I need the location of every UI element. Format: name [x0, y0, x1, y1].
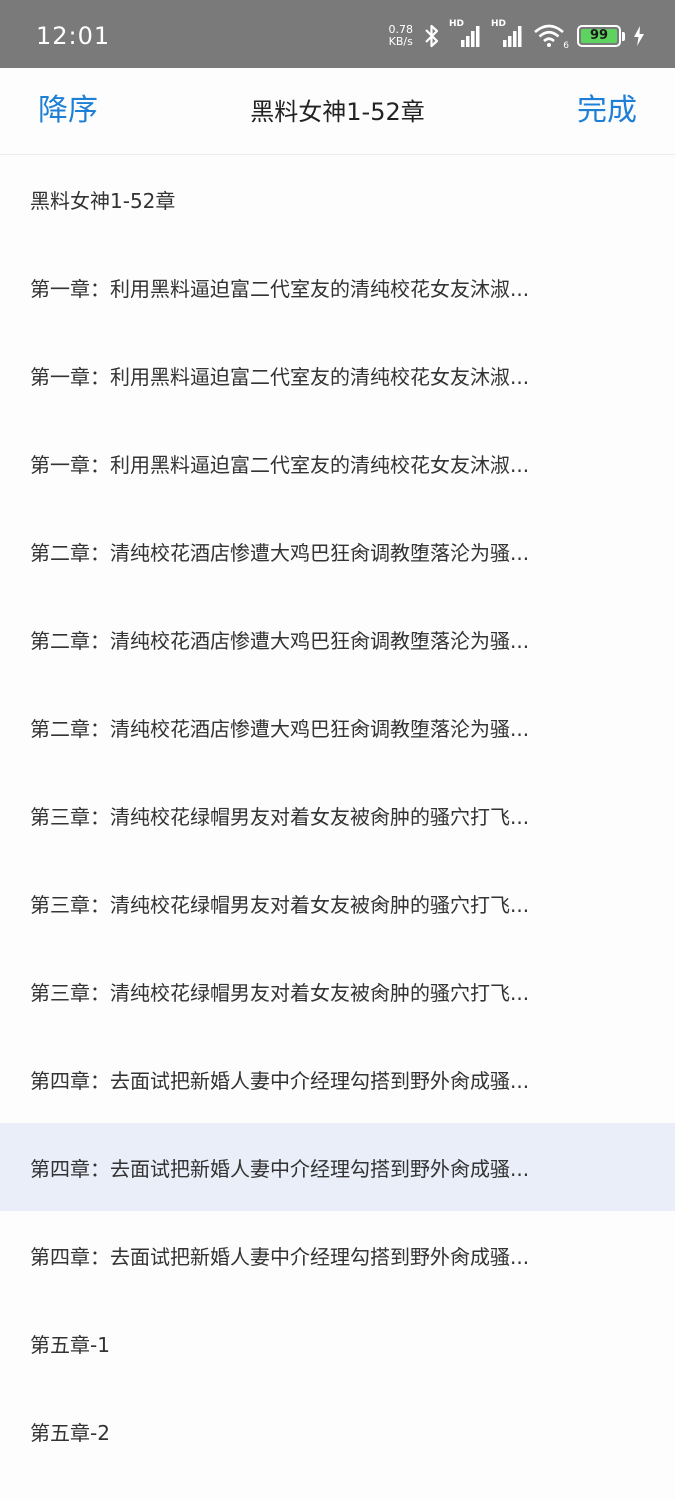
battery-cap: [622, 31, 625, 41]
chapter-title: 第一章：利用黑料逼迫富二代室友的清纯校花女友沐淑...: [30, 452, 530, 477]
network-speed-unit: KB/s: [388, 35, 413, 48]
network-speed: 0.78 KB/s: [389, 24, 414, 48]
chapter-item[interactable]: 第一章：利用黑料逼迫富二代室友的清纯校花女友沐淑...: [0, 419, 675, 507]
chapter-title: 第五章-1: [30, 1332, 110, 1357]
chapter-title: 第四章：去面试把新婚人妻中介经理勾搭到野外肏成骚...: [30, 1068, 530, 1093]
battery-icon: 99: [577, 25, 621, 47]
chapter-title: 第二章：清纯校花酒店惨遭大鸡巴狂肏调教堕落沦为骚...: [30, 540, 530, 565]
signal-label: HD: [491, 19, 507, 29]
chapter-item[interactable]: 第五章-2: [0, 1387, 675, 1475]
status-time: 12:01: [36, 22, 111, 50]
chapter-list-header: 降序 黑料女神1-52章 完成: [0, 68, 675, 155]
signal-icon: HD: [449, 19, 483, 49]
chapter-item[interactable]: 黑料女神1-52章: [0, 155, 675, 243]
wifi-label: 6: [563, 41, 569, 51]
chapter-title: 第三章：清纯校花绿帽男友对着女友被肏肿的骚穴打飞...: [30, 804, 530, 829]
chapter-item[interactable]: 第一章：利用黑料逼迫富二代室友的清纯校花女友沐淑...: [0, 331, 675, 419]
chapter-list: 黑料女神1-52章第一章：利用黑料逼迫富二代室友的清纯校花女友沐淑... 第一章：…: [0, 155, 675, 1475]
bluetooth-icon: [423, 23, 441, 49]
chapter-item[interactable]: 第二章：清纯校花酒店惨遭大鸡巴狂肏调教堕落沦为骚...: [0, 595, 675, 683]
chapter-title: 第二章：清纯校花酒店惨遭大鸡巴狂肏调教堕落沦为骚...: [30, 716, 530, 741]
chapter-item[interactable]: 第一章：利用黑料逼迫富二代室友的清纯校花女友沐淑...: [0, 243, 675, 331]
chapter-item[interactable]: 第三章：清纯校花绿帽男友对着女友被肏肿的骚穴打飞...: [0, 947, 675, 1035]
signal-icon: HD: [491, 19, 525, 49]
chapter-title: 黑料女神1-52章: [30, 188, 176, 213]
chapter-title: 第四章：去面试把新婚人妻中介经理勾搭到野外肏成骚...: [30, 1244, 530, 1269]
chapter-title: 第四章：去面试把新婚人妻中介经理勾搭到野外肏成骚...: [30, 1156, 530, 1181]
chapter-item[interactable]: 第三章：清纯校花绿帽男友对着女友被肏肿的骚穴打飞...: [0, 859, 675, 947]
wifi-icon: 6: [533, 23, 569, 51]
chapter-title: 第五章-2: [30, 1420, 110, 1445]
done-button[interactable]: 完成: [577, 92, 637, 130]
chapter-item[interactable]: 第五章-1: [0, 1299, 675, 1387]
chapter-title: 第三章：清纯校花绿帽男友对着女友被肏肿的骚穴打飞...: [30, 980, 530, 1005]
chapter-title: 第一章：利用黑料逼迫富二代室友的清纯校花女友沐淑...: [30, 364, 530, 389]
chapter-item[interactable]: 第四章：去面试把新婚人妻中介经理勾搭到野外肏成骚...: [0, 1123, 675, 1211]
status-bar: 12:01 0.78 KB/s HD HD 6 99: [0, 0, 675, 68]
chapter-title: 第二章：清纯校花酒店惨遭大鸡巴狂肏调教堕落沦为骚...: [30, 628, 530, 653]
chapter-title: 第三章：清纯校花绿帽男友对着女友被肏肿的骚穴打飞...: [30, 892, 530, 917]
chapter-title: 第一章：利用黑料逼迫富二代室友的清纯校花女友沐淑...: [30, 276, 530, 301]
chapter-item[interactable]: 第二章：清纯校花酒店惨遭大鸡巴狂肏调教堕落沦为骚...: [0, 507, 675, 595]
chapter-item[interactable]: 第二章：清纯校花酒店惨遭大鸡巴狂肏调教堕落沦为骚...: [0, 683, 675, 771]
chapter-item[interactable]: 第三章：清纯校花绿帽男友对着女友被肏肿的骚穴打飞...: [0, 771, 675, 859]
battery-level: 99: [589, 28, 609, 43]
chapter-item[interactable]: 第四章：去面试把新婚人妻中介经理勾搭到野外肏成骚...: [0, 1211, 675, 1299]
status-icons: 0.78 KB/s HD HD 6 99: [389, 18, 646, 54]
chapter-item[interactable]: 第四章：去面试把新婚人妻中介经理勾搭到野外肏成骚...: [0, 1035, 675, 1123]
signal-label: HD: [449, 19, 465, 29]
charging-icon: [633, 25, 645, 47]
page-title: 黑料女神1-52章: [250, 98, 425, 126]
